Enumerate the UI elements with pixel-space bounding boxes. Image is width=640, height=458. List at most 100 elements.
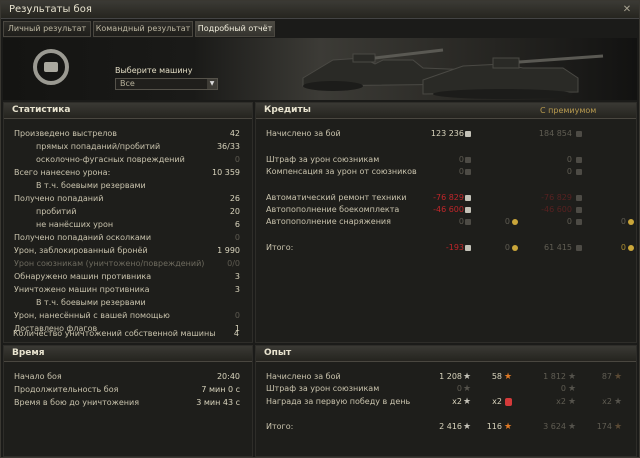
xp-label: Начислено за бой [266, 372, 341, 381]
xp-star-icon: ★ [463, 372, 472, 382]
credits-icon [465, 195, 471, 201]
xp-total-row: Итого: 2 416 ★ 116 ★ 3 624 ★ 174 ★ [256, 421, 638, 433]
tanks-illustration [302, 48, 604, 99]
stat-value: 10 359 [212, 168, 240, 177]
premium-xp-value: 0 [560, 384, 566, 393]
free-xp-value: x2 [492, 397, 502, 406]
stat-label: Уничтожено машин противника [14, 285, 150, 294]
premium-free-xp-value: x2 [602, 397, 612, 406]
credit-gold-value: 0 [504, 217, 510, 226]
stat-row: Всего нанесено урона: 10 359 [4, 167, 254, 179]
credit-premium-value: -76 829 [541, 193, 572, 202]
xp-row: Награда за первую победу в день x2 ★ x2 … [256, 396, 638, 408]
stat-value: 1 990 [217, 246, 240, 255]
credit-gold-value: 0 [504, 243, 510, 252]
premium-xp-value: 3 624 [543, 422, 566, 431]
experience-panel: Опыт Начислено за бой 1 208 ★ 58 ★ 1 812… [255, 345, 637, 457]
statistics-title: Статистика [12, 105, 71, 115]
stat-value: 3 [234, 272, 240, 281]
xp-star-icon: ★ [568, 372, 577, 382]
stat-label: Получено попаданий осколками [14, 233, 152, 242]
gold-icon [628, 219, 634, 225]
stat-value: 0/0 [227, 259, 240, 268]
xp-star-icon: ★ [463, 397, 472, 407]
credits-icon [576, 207, 582, 213]
stat-value: 3 [234, 285, 240, 294]
credit-row: Компенсация за урон от союзников 0 0 [256, 166, 638, 178]
credit-base-value: -193 [445, 243, 464, 252]
stat-row: не нанёсших урон 6 [4, 219, 254, 231]
credits-icon [465, 207, 471, 213]
stat-label: В т.ч. боевыми резервами [36, 298, 146, 307]
stat-label: Произведено выстрелов [14, 129, 118, 138]
vehicle-dropdown[interactable]: Все ▼ [115, 78, 218, 90]
xp-star-icon: ★ [568, 422, 577, 432]
first-victory-bonus-icon [505, 398, 512, 406]
xp-label: Итого: [266, 422, 294, 431]
credits-icon [465, 157, 471, 163]
credit-premium-value: 61 415 [544, 243, 572, 252]
credit-row: Автопополнение снаряжения 0 0 0 0 [256, 216, 638, 228]
close-icon[interactable]: ✕ [621, 4, 633, 15]
credits-icon [576, 157, 582, 163]
xp-row: Начислено за бой 1 208 ★ 58 ★ 1 812 ★ 87… [256, 371, 638, 383]
stat-row: пробитий 20 [4, 206, 254, 218]
battle-results-window: Результаты боя ✕ Личный результат Команд… [0, 0, 640, 458]
credit-premium-gold-value: 0 [620, 217, 626, 226]
xp-star-icon: ★ [463, 422, 472, 432]
credit-row: Начислено за бой 123 236 184 854 [256, 128, 638, 140]
stat-value: 4 [233, 329, 239, 338]
tab-personal-result[interactable]: Личный результат [3, 21, 91, 37]
credit-base-value: 123 236 [430, 129, 464, 138]
stat-row: Получено попаданий 26 [4, 193, 254, 205]
stat-row: Получено попаданий осколками 0 [4, 232, 254, 244]
stat-row: В т.ч. боевыми резервами [4, 297, 254, 309]
credit-premium-value: 0 [566, 167, 572, 176]
stat-label: не нанёсших урон [36, 220, 114, 229]
stat-row: Урон союзникам (уничтожено/повреждений) 0… [4, 258, 254, 270]
stat-label: Урон, заблокированный бронёй [14, 246, 148, 255]
credit-row: Штраф за урон союзникам 0 0 [256, 154, 638, 166]
credit-label: Автоматический ремонт техники [266, 193, 407, 202]
statistics-panel: Статистика Произведено выстрелов 42 прямы… [3, 102, 253, 343]
time-label: Продолжительность боя [14, 385, 119, 394]
stat-value: 36/33 [216, 142, 240, 151]
stat-label: Получено попаданий [14, 194, 104, 203]
tab-team-result[interactable]: Командный результат [93, 21, 193, 37]
stat-label: Всего нанесено урона: [14, 168, 111, 177]
free-xp-value: 58 [491, 372, 502, 381]
stat-label: пробитий [36, 207, 77, 216]
window-title: Результаты боя [9, 4, 92, 15]
time-label: Начало боя [14, 372, 62, 381]
free-xp-star-icon: ★ [614, 372, 623, 382]
stat-label: Количество уничтожений собственной машин… [13, 329, 216, 338]
time-panel: Время Начало боя 20:40 Продолжительность … [3, 345, 253, 457]
stat-row: В т.ч. боевыми резервами [4, 180, 254, 192]
time-value: 3 мин 43 с [196, 398, 240, 407]
stat-row: Уничтожено машин противника 3 [4, 284, 254, 296]
xp-star-icon: ★ [568, 397, 577, 407]
stat-row: осколочно-фугасных повреждений 0 [4, 154, 254, 166]
tab-detailed-report[interactable]: Подробный отчёт [195, 21, 275, 37]
xp-value: x2 [452, 397, 462, 406]
gold-icon [512, 219, 518, 225]
premium-column-label: С премиумом [540, 106, 597, 115]
credit-base-value: 0 [458, 155, 464, 164]
credits-icon [576, 245, 582, 251]
free-xp-star-icon: ★ [504, 422, 513, 432]
credit-premium-gold-value: 0 [620, 243, 626, 252]
credits-icon [465, 169, 471, 175]
stat-row: Количество уничтожений собственной машин… [3, 328, 253, 340]
credits-icon [465, 219, 471, 225]
time-title: Время [12, 348, 45, 358]
chevron-down-icon[interactable]: ▼ [207, 79, 217, 89]
credit-premium-value: 0 [566, 217, 572, 226]
stat-label: осколочно-фугасных повреждений [36, 155, 185, 164]
time-row: Продолжительность боя 7 мин 0 с [4, 384, 254, 396]
xp-label: Награда за первую победу в день [266, 397, 411, 406]
credit-premium-value: 0 [566, 155, 572, 164]
credit-base-value: -46 600 [433, 205, 464, 214]
credits-title: Кредиты [264, 105, 311, 115]
stat-label: В т.ч. боевыми резервами [36, 181, 146, 190]
time-label: Время в бою до уничтожения [14, 398, 140, 407]
